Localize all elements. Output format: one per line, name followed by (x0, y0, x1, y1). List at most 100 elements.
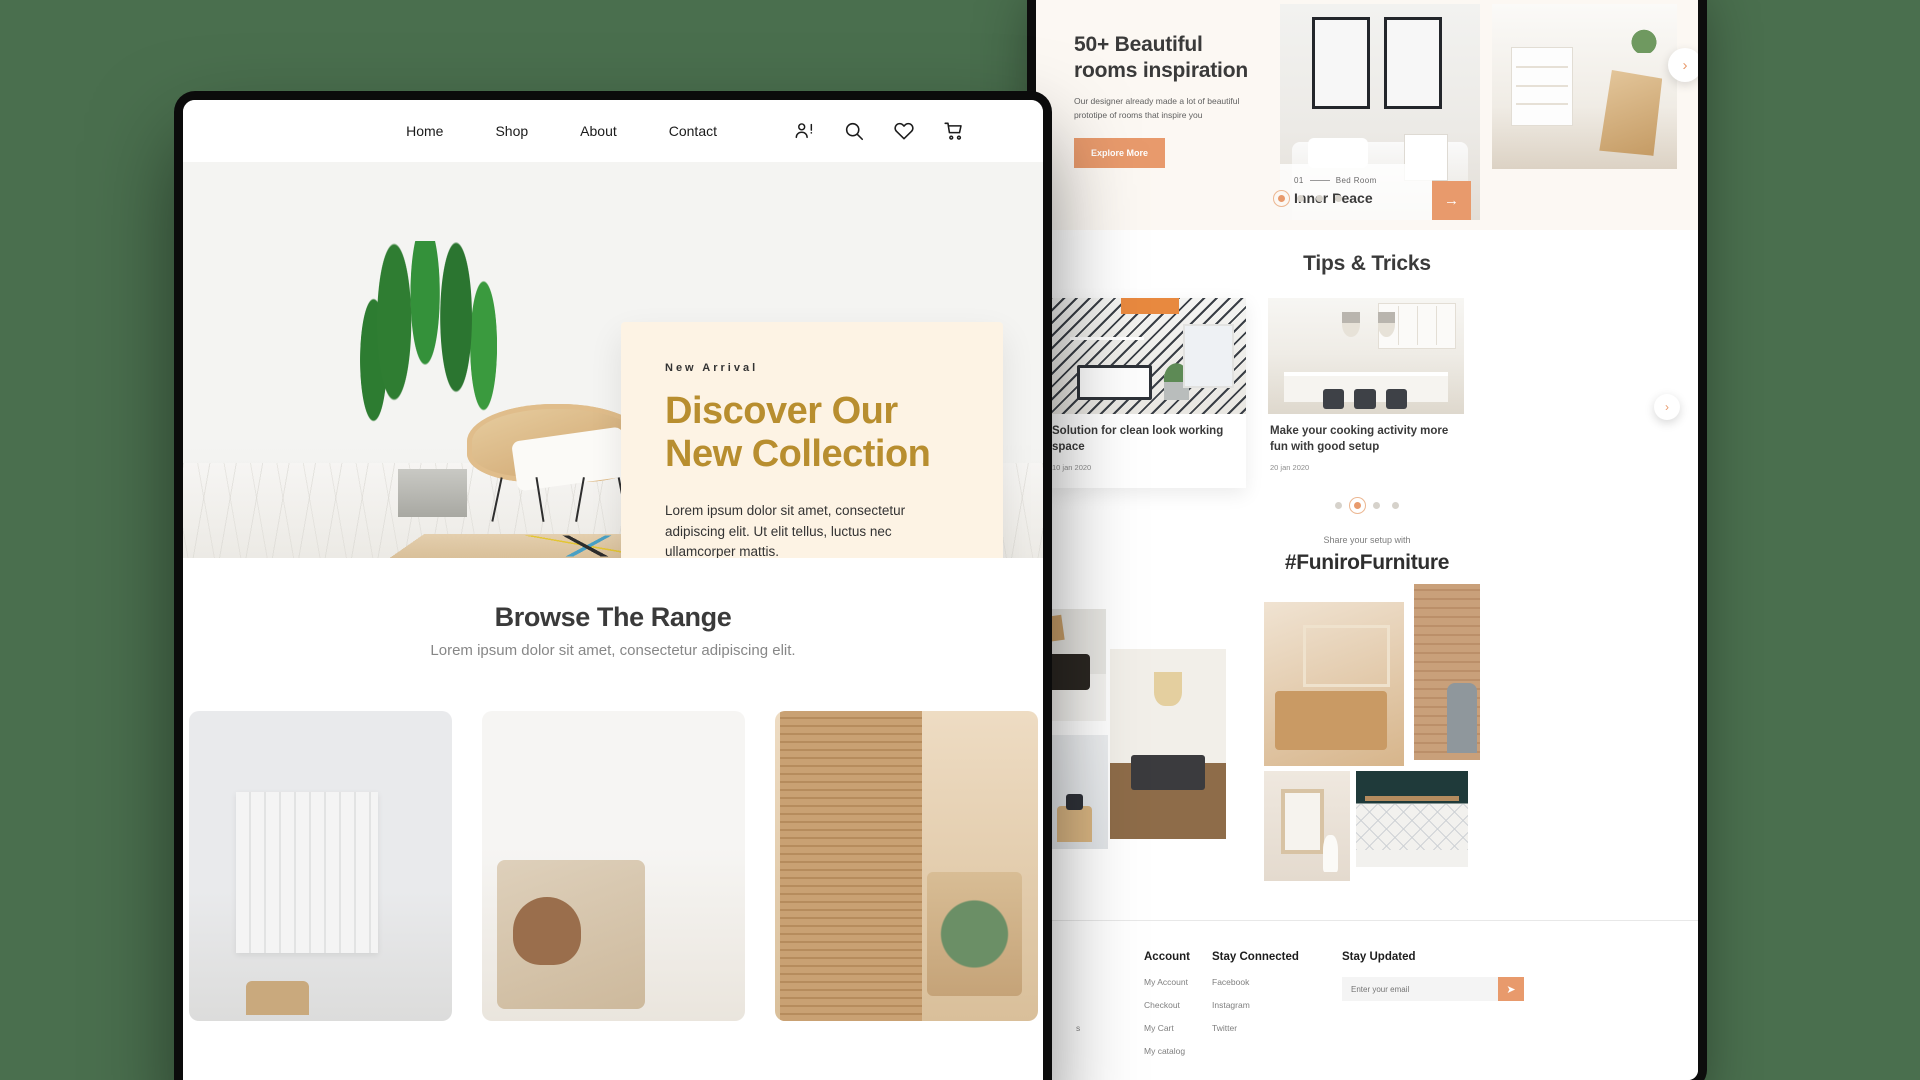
tip-date: 10 jan 2020 (1052, 463, 1092, 473)
tip-title: Solution for clean look working space (1052, 425, 1224, 453)
secondary-browser-window: 50+ Beautiful rooms inspiration Our desi… (1036, 0, 1698, 1080)
range-cards (183, 711, 1043, 1021)
chair-leg (491, 477, 503, 523)
tips-cards-row: Solution for clean look working space 10… (1036, 298, 1698, 489)
gallery-photo-dining[interactable] (1110, 649, 1226, 840)
room-card-next[interactable] (1492, 4, 1677, 169)
gallery-photo-kitchen[interactable] (1356, 771, 1468, 868)
footer-link-instagram[interactable]: Instagram (1212, 1000, 1342, 1010)
meta-dash-divider (1309, 180, 1330, 181)
nav-link-home[interactable]: Home (406, 123, 443, 139)
tip-image-kitchen (1268, 298, 1464, 414)
tips-carousel-dots (1036, 502, 1698, 510)
tip-card[interactable]: Solution for clean look working space 10… (1050, 298, 1246, 489)
room-meta: 01 Bed Room (1294, 176, 1418, 185)
room-index: 01 (1294, 176, 1304, 185)
tip-body: Make your cooking activity more fun with… (1268, 414, 1464, 488)
room-arrow-button[interactable]: → (1432, 181, 1471, 220)
rooms-carousel-next-button[interactable]: › (1668, 48, 1698, 82)
room-caption: 01 Bed Room Inner Peace → (1280, 164, 1471, 220)
tip-body: Solution for clean look working space 10… (1050, 414, 1246, 488)
laptop-shape (1077, 365, 1152, 401)
nav-links: Home Shop About Contact (406, 123, 717, 139)
range-card-bedroom[interactable] (774, 711, 1038, 1021)
rooms-inspiration-section: 50+ Beautiful rooms inspiration Our desi… (1036, 0, 1698, 230)
hero-paragraph: Lorem ipsum dolor sit amet, consectetur … (665, 502, 906, 558)
rooms-dot-4[interactable] (1335, 195, 1342, 202)
footer-hidden-link[interactable] (1076, 1000, 1144, 1010)
rooms-dot-2[interactable] (1297, 195, 1304, 202)
chair-leg (574, 477, 585, 523)
newsletter-send-button[interactable]: ➤ (1498, 977, 1524, 1001)
nav-link-shop[interactable]: Shop (495, 123, 528, 139)
tip-card[interactable]: Make your cooking activity more fun with… (1268, 298, 1464, 489)
gallery-photo-stool[interactable] (1042, 735, 1108, 850)
newsletter-email-input[interactable] (1342, 977, 1498, 1001)
cart-icon[interactable] (943, 120, 965, 142)
room-card-featured[interactable]: 01 Bed Room Inner Peace → (1280, 4, 1480, 220)
screenshot-stage: 50+ Beautiful rooms inspiration Our desi… (0, 0, 1920, 1080)
newsletter-block: Stay Updated ➤ (1342, 951, 1524, 1080)
gallery-photo-bedroom[interactable] (1264, 602, 1404, 767)
hero-heading-line1: Discover Our (665, 390, 898, 432)
plant-pot (397, 469, 467, 517)
tips-carousel-next-button[interactable]: › (1654, 394, 1680, 420)
tips-dot-3[interactable] (1373, 502, 1380, 510)
tip-title: Make your cooking activity more fun with… (1270, 425, 1449, 453)
dresser-shape (1510, 46, 1574, 127)
range-subtitle: Lorem ipsum dolor sit amet, consectetur … (430, 642, 796, 659)
hashtag-title: #FuniroFurniture (1284, 551, 1450, 575)
rooms-inspiration-copy: 50+ Beautiful rooms inspiration Our desi… (1074, 4, 1260, 230)
gallery-photo-brick[interactable] (1414, 584, 1480, 761)
tips-dot-4[interactable] (1392, 502, 1399, 510)
footer-link-my-account[interactable]: My Account (1144, 977, 1212, 987)
browse-the-range-section: Browse The Range Lorem ipsum dolor sit a… (183, 558, 1043, 1021)
nav-link-contact[interactable]: Contact (669, 123, 717, 139)
nav-icons (793, 120, 965, 142)
tips-dot-1[interactable] (1335, 502, 1342, 510)
wooden-chair-shape (1599, 70, 1663, 156)
footer-link-my-cart[interactable]: My Cart (1144, 1023, 1212, 1033)
nav-link-about[interactable]: About (580, 123, 617, 139)
room-photo-dresser (1492, 4, 1677, 169)
pendant-lamp-shape (1342, 311, 1361, 338)
footer-column-account: Account My Account Checkout My Cart My c… (1144, 951, 1212, 1080)
shelf-shape (1069, 337, 1145, 341)
footer-hidden-link[interactable] (1076, 977, 1144, 987)
footer-link-checkout[interactable]: Checkout (1144, 1000, 1212, 1010)
bar-stool-shape (1385, 388, 1408, 410)
tips-dot-2[interactable] (1354, 502, 1361, 510)
footer-link-facebook[interactable]: Facebook (1212, 977, 1342, 987)
hero-heading: Discover Our New Collection (665, 390, 959, 477)
rooms-inspiration-subtitle: Our designer already made a lot of beaut… (1074, 96, 1240, 121)
footer-link-my-catalog[interactable]: My catalog (1144, 1046, 1212, 1056)
hero-eyebrow: New Arrival (665, 362, 759, 374)
room-category: Bed Room (1335, 176, 1377, 185)
footer-hidden-heading (1076, 951, 1144, 963)
footer-heading-stay-connected: Stay Connected (1212, 951, 1299, 963)
footer-column-hidden: s (1076, 951, 1144, 1080)
site-footer: s Account My Account Checkout My Cart My… (1036, 920, 1698, 1080)
footer-hidden-link[interactable] (1076, 1046, 1144, 1056)
footer-hidden-link[interactable]: s (1076, 1023, 1144, 1033)
rooms-dot-3[interactable] (1316, 195, 1323, 202)
wall-frame-shape (1183, 323, 1235, 389)
footer-link-twitter[interactable]: Twitter (1212, 1023, 1342, 1033)
main-navbar: Home Shop About Contact (183, 100, 1043, 162)
search-icon[interactable] (843, 120, 865, 142)
account-icon[interactable] (793, 120, 815, 142)
plant-shape (1628, 17, 1659, 54)
gallery-photo-radio[interactable] (1036, 609, 1106, 722)
hashtag-subtitle: Share your setup with (1323, 535, 1411, 546)
explore-more-button[interactable]: Explore More (1074, 138, 1166, 169)
range-card-dining[interactable] (188, 711, 452, 1021)
hero-heading-line2: New Collection (665, 433, 931, 476)
wishlist-heart-icon[interactable] (893, 120, 915, 142)
rooms-dot-1[interactable] (1278, 195, 1285, 202)
newsletter-form: ➤ (1342, 977, 1524, 1001)
gallery-photo-frame[interactable] (1264, 771, 1350, 882)
range-card-living[interactable] (481, 711, 745, 1021)
tip-date: 20 jan 2020 (1270, 463, 1310, 473)
bar-stool-shape (1322, 388, 1345, 410)
orange-shelf-shape (1120, 298, 1180, 315)
